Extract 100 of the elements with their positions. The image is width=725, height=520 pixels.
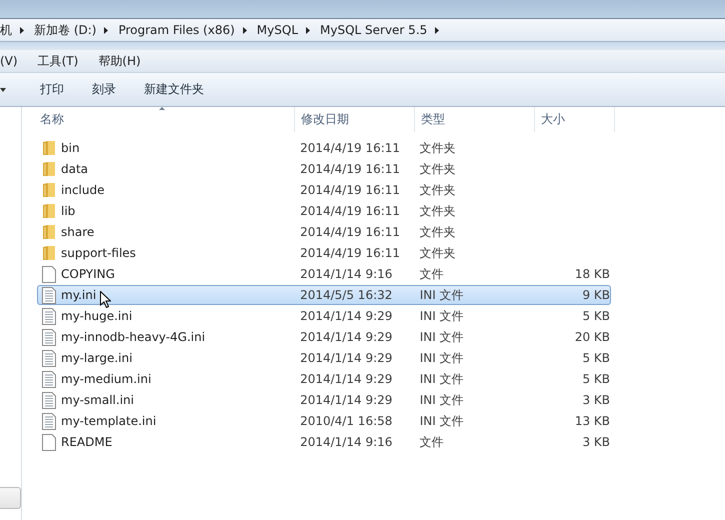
file-size: 5 KB	[582, 372, 610, 386]
column-header[interactable]: 修改日期	[295, 107, 415, 132]
file-row[interactable]: my-huge.ini 2014/1/14 9:29 INI 文件 5 KB	[37, 306, 611, 326]
file-row[interactable]: data 2014/4/19 16:11 文件夹	[37, 159, 611, 179]
chevron-icon[interactable]	[435, 26, 440, 34]
chevron-icon[interactable]	[306, 26, 310, 34]
file-name: my-huge.ini	[61, 309, 132, 323]
mouse-cursor-icon	[100, 291, 111, 308]
toolbar-button[interactable]: 刻录	[86, 81, 122, 98]
file-type: INI 文件	[420, 286, 464, 304]
modified-date: 2014/1/14 9:29	[300, 393, 392, 407]
file-type: 文件夹	[420, 224, 456, 240]
file-name: data	[61, 162, 88, 176]
modified-date: 2014/1/14 9:29	[300, 309, 392, 323]
file-name: my-small.ini	[61, 393, 134, 407]
modified-date: 2014/1/14 9:16	[300, 435, 392, 449]
file-type: INI 文件	[420, 328, 464, 346]
file-icon	[42, 434, 56, 450]
text-file-icon	[42, 308, 56, 324]
file-type: INI 文件	[420, 412, 464, 430]
column-header[interactable]: 名称	[22, 107, 295, 132]
file-type: INI 文件	[420, 350, 464, 366]
file-size: 13 KB	[574, 414, 610, 428]
file-name: my-large.ini	[61, 351, 132, 365]
folder-icon	[42, 161, 56, 177]
breadcrumb-item[interactable]: Program Files (x86)	[118, 23, 235, 37]
modified-date: 2014/4/19 16:11	[300, 183, 400, 197]
file-size: 18 KB	[574, 267, 610, 281]
file-row[interactable]: README 2014/1/14 9:16 文件 3 KB	[37, 432, 611, 452]
file-row[interactable]: share 2014/4/19 16:11 文件夹	[37, 222, 611, 242]
text-file-icon	[42, 328, 56, 346]
file-name: my-medium.ini	[61, 372, 152, 386]
chevron-icon[interactable]	[242, 26, 247, 34]
file-row[interactable]: my-medium.ini 2014/1/14 9:29 INI 文件 5 KB	[37, 369, 611, 389]
text-file-icon	[42, 370, 56, 388]
folder-icon	[42, 203, 56, 219]
file-row[interactable]: COPYING 2014/1/14 9:16 文件 18 KB	[37, 264, 611, 284]
file-row[interactable]: my-small.ini 2014/1/14 9:29 INI 文件 3 KB	[37, 390, 611, 410]
text-file-icon	[42, 392, 56, 408]
file-size: 3 KB	[582, 435, 610, 449]
modified-date: 2014/1/14 9:29	[300, 372, 392, 386]
modified-date: 2014/4/19 16:11	[300, 225, 400, 239]
file-size: 5 KB	[582, 351, 610, 365]
file-row[interactable]: my-template.ini 2010/4/1 16:58 INI 文件 13 KB	[37, 411, 611, 431]
menu-item[interactable]: 帮助(H)	[98, 52, 141, 70]
file-name: include	[61, 183, 104, 197]
menu-item[interactable]: (V)	[0, 54, 18, 68]
modified-date: 2014/1/14 9:16	[300, 267, 392, 281]
modified-date: 2014/4/19 16:11	[300, 141, 400, 155]
dropdown-arrow-icon[interactable]	[0, 88, 6, 92]
folder-icon	[42, 245, 56, 261]
breadcrumb-item[interactable]: 机	[0, 22, 12, 38]
toolbar-button[interactable]: 新建文件夹	[138, 81, 210, 98]
file-row[interactable]: my-innodb-heavy-4G.ini 2014/1/14 9:29 INI 文件 20 KB	[37, 327, 611, 347]
file-type: 文件	[420, 266, 444, 282]
file-type: 文件夹	[420, 244, 456, 262]
modified-date: 2010/4/1 16:58	[300, 414, 392, 428]
file-row[interactable]: my.ini 2014/5/5 16:32 INI 文件 9 KB	[37, 285, 611, 305]
folder-icon	[42, 182, 56, 198]
file-size: 5 KB	[582, 309, 610, 323]
breadcrumb-item[interactable]: MySQL Server 5.5	[320, 23, 428, 37]
file-row[interactable]: my-large.ini 2014/1/14 9:29 INI 文件 5 KB	[37, 348, 611, 368]
file-type: 文件夹	[420, 202, 456, 220]
modified-date: 2014/4/19 16:11	[300, 246, 400, 260]
file-row[interactable]: lib 2014/4/19 16:11 文件夹	[37, 201, 611, 221]
file-name: my-innodb-heavy-4G.ini	[61, 330, 206, 344]
modified-date: 2014/1/14 9:29	[300, 330, 392, 344]
file-row[interactable]: bin 2014/4/19 16:11 文件夹	[37, 138, 611, 158]
column-header[interactable]: 大小	[535, 107, 615, 132]
breadcrumb-item[interactable]: MySQL	[256, 23, 298, 37]
chevron-icon[interactable]	[104, 26, 108, 34]
sort-arrow-icon	[159, 107, 165, 110]
file-name: lib	[61, 204, 76, 218]
file-name: my.ini	[61, 288, 96, 302]
file-type: 文件夹	[420, 140, 456, 156]
file-name: my-template.ini	[61, 414, 156, 428]
file-type: 文件	[420, 434, 444, 450]
file-type: INI 文件	[420, 308, 464, 324]
text-file-icon	[42, 412, 56, 430]
menu-item[interactable]: 工具(T)	[38, 52, 78, 70]
modified-date: 2014/4/19 16:11	[300, 162, 400, 176]
file-name: README	[61, 435, 112, 449]
file-type: 文件夹	[420, 182, 456, 198]
modified-date: 2014/1/14 9:29	[300, 351, 392, 365]
folder-icon	[42, 140, 56, 156]
file-icon	[42, 266, 56, 282]
file-name: share	[61, 225, 94, 239]
file-row[interactable]: support-files 2014/4/19 16:11 文件夹	[37, 243, 611, 263]
file-name: bin	[61, 141, 80, 155]
address-bar[interactable]: 机 新加卷 (D:) Program Files (x86) MySQL MySQL Server 5.5	[0, 18, 725, 42]
toolbar-button[interactable]: 打印	[34, 81, 70, 98]
folder-icon	[42, 224, 56, 240]
file-row[interactable]: include 2014/4/19 16:11 文件夹	[37, 180, 611, 200]
file-type: 文件夹	[420, 160, 456, 178]
file-name: COPYING	[61, 267, 115, 281]
file-name: support-files	[61, 246, 136, 260]
chevron-icon[interactable]	[20, 26, 24, 34]
breadcrumb-item[interactable]: 新加卷 (D:)	[34, 22, 96, 38]
file-type: INI 文件	[420, 392, 464, 408]
column-header[interactable]: 类型	[415, 107, 535, 132]
